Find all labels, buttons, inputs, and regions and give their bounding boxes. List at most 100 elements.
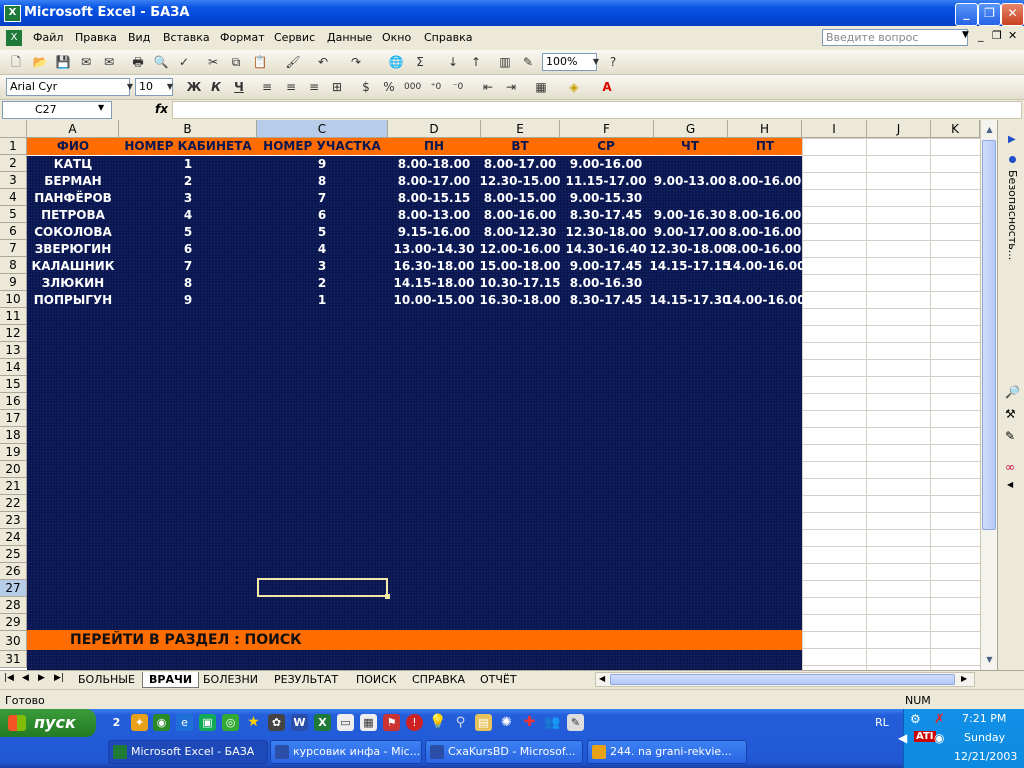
quicklaunch-media-icon[interactable]: ◉	[153, 714, 170, 731]
first-sheet-icon[interactable]: |◀	[4, 673, 14, 683]
table-cell[interactable]: 8.00-16.00	[705, 173, 825, 190]
task-word-cxakursbd[interactable]: CxaKursBD - Microsof...	[425, 740, 583, 764]
email-icon[interactable]: ✉	[101, 53, 117, 71]
font-color-icon[interactable]: A	[599, 78, 615, 96]
menu-window[interactable]: Окно	[382, 31, 411, 44]
table-cell[interactable]: 1	[128, 156, 248, 173]
new-icon[interactable]: 🗋	[8, 53, 24, 71]
align-center-icon[interactable]: ≡	[283, 78, 299, 96]
goto-search-link[interactable]: ПЕРЕЙТИ В РАЗДЕЛ : ПОИСК	[70, 631, 302, 650]
table-cell[interactable]: 9	[128, 292, 248, 309]
undo-icon[interactable]: ↶	[315, 53, 331, 71]
column-header-c[interactable]: C	[257, 120, 388, 138]
align-right-icon[interactable]: ≡	[306, 78, 322, 96]
menu-view[interactable]: Вид	[128, 31, 150, 44]
doc-restore-button[interactable]: ❐	[992, 29, 1002, 42]
column-header-a[interactable]: A	[27, 120, 119, 138]
decrease-indent-icon[interactable]: ⇤	[480, 78, 496, 96]
sheet-tab-patients[interactable]: БОЛЬНЫЕ	[72, 672, 141, 687]
table-cell[interactable]: 8.00-16.00	[705, 224, 825, 241]
column-header-f[interactable]: F	[560, 120, 654, 138]
quicklaunch-star-icon[interactable]: ★	[245, 714, 262, 731]
increase-indent-icon[interactable]: ⇥	[503, 78, 519, 96]
ask-dropdown-icon[interactable]: ▼	[962, 30, 969, 40]
clipboard-icon[interactable]: ∞	[1005, 460, 1015, 474]
chart-wizard-icon[interactable]: ▥	[497, 53, 513, 71]
tray-expand-icon[interactable]: ◀	[898, 731, 907, 745]
column-header-b[interactable]: B	[119, 120, 257, 138]
scroll-down-icon[interactable]: ▼	[982, 652, 997, 668]
quicklaunch-alert-icon[interactable]: !	[406, 714, 423, 731]
table-cell[interactable]: 7	[262, 190, 382, 207]
row-header-29[interactable]: 29	[0, 614, 27, 631]
table-cell[interactable]: КАТЦ	[13, 156, 133, 173]
menu-file[interactable]: Файл	[33, 31, 63, 44]
table-cell[interactable]: СОКОЛОВА	[13, 224, 133, 241]
task-word-kursovik[interactable]: курсовик инфа - Mic...	[270, 740, 422, 764]
fill-color-icon[interactable]: ◈	[566, 78, 582, 96]
table-cell[interactable]: ПАНФЁРОВ	[13, 190, 133, 207]
size-dropdown-icon[interactable]: ▼	[162, 78, 178, 96]
spelling-icon[interactable]: ✓	[176, 53, 192, 71]
sheet-tab-diseases[interactable]: БОЛЕЗНИ	[197, 672, 264, 687]
table-cell[interactable]: 6	[128, 241, 248, 258]
table-cell[interactable]: 9	[262, 156, 382, 173]
table-cell[interactable]: 8.00-16.00	[705, 207, 825, 224]
table-cell[interactable]: 3	[128, 190, 248, 207]
quicklaunch-tool-icon[interactable]: ⚲	[452, 714, 469, 731]
doc-close-button[interactable]: ✕	[1008, 29, 1017, 42]
clock-time[interactable]: 7:21 PM	[962, 712, 1006, 725]
sheet-tab-result[interactable]: РЕЗУЛЬТАТ	[268, 672, 344, 687]
internet-explorer-icon[interactable]: e	[176, 714, 193, 731]
row-header-11[interactable]: 11	[0, 308, 27, 325]
column-header-e[interactable]: E	[481, 120, 560, 138]
row-header-17[interactable]: 17	[0, 410, 27, 427]
menu-format[interactable]: Формат	[220, 31, 265, 44]
table-cell[interactable]: 8	[128, 275, 248, 292]
quicklaunch-cross-icon[interactable]: ✚	[521, 714, 538, 731]
excel-app-icon[interactable]: X	[4, 5, 21, 22]
table-cell[interactable]	[705, 275, 825, 292]
help-icon[interactable]: ?	[605, 53, 621, 71]
table-cell[interactable]: 1	[262, 292, 382, 309]
underline-button[interactable]: Ч	[231, 78, 247, 96]
word-icon[interactable]: W	[291, 714, 308, 731]
active-cell-c27[interactable]	[257, 578, 390, 599]
bold-button[interactable]: Ж	[186, 78, 202, 96]
copy-icon[interactable]: ⧉	[228, 53, 244, 71]
row-header-12[interactable]: 12	[0, 325, 27, 342]
quicklaunch-app-icon[interactable]: ✦	[131, 714, 148, 731]
table-cell[interactable]: ПОПРЫГУН	[13, 292, 133, 309]
row-header-31[interactable]: 31	[0, 651, 27, 668]
quicklaunch-window-icon[interactable]: ▭	[337, 714, 354, 731]
table-cell[interactable]: ПЕТРОВА	[13, 207, 133, 224]
quicklaunch-edit-icon[interactable]: ✎	[567, 714, 584, 731]
quicklaunch-butterfly-icon[interactable]: ✿	[268, 714, 285, 731]
decrease-decimal-icon[interactable]: ⁻0	[450, 78, 466, 96]
menu-data[interactable]: Данные	[327, 31, 372, 44]
format-painter-icon[interactable]: 🖌	[285, 53, 301, 71]
doc-minimize-button[interactable]: _	[978, 29, 984, 42]
edit-icon[interactable]: ✎	[1005, 429, 1015, 443]
scroll-up-icon[interactable]: ▲	[982, 122, 997, 138]
ask-question-input[interactable]: Введите вопрос	[822, 29, 968, 46]
row-header-15[interactable]: 15	[0, 376, 27, 393]
table-cell[interactable]: 14.00-16.00	[705, 258, 825, 275]
permission-icon[interactable]: ✉	[78, 53, 94, 71]
horizontal-scroll-thumb[interactable]	[610, 674, 955, 685]
table-cell[interactable]: 4	[262, 241, 382, 258]
scroll-right-icon[interactable]: ▶	[961, 674, 967, 683]
horizontal-scrollbar[interactable]: ◀ ▶	[595, 672, 975, 687]
menu-edit[interactable]: Правка	[75, 31, 117, 44]
row-header-18[interactable]: 18	[0, 427, 27, 444]
borders-icon[interactable]: ▦	[533, 78, 549, 96]
merge-center-icon[interactable]: ⊞	[329, 78, 345, 96]
quicklaunch-desktop-icon[interactable]: ▣	[199, 714, 216, 731]
hyperlink-icon[interactable]: 🌐	[388, 53, 404, 71]
table-cell[interactable]: 4	[128, 207, 248, 224]
row-header-24[interactable]: 24	[0, 529, 27, 546]
table-cell[interactable]: 5	[128, 224, 248, 241]
row-header-22[interactable]: 22	[0, 495, 27, 512]
minimize-button[interactable]: _	[955, 3, 978, 26]
column-header-g[interactable]: G	[654, 120, 728, 138]
